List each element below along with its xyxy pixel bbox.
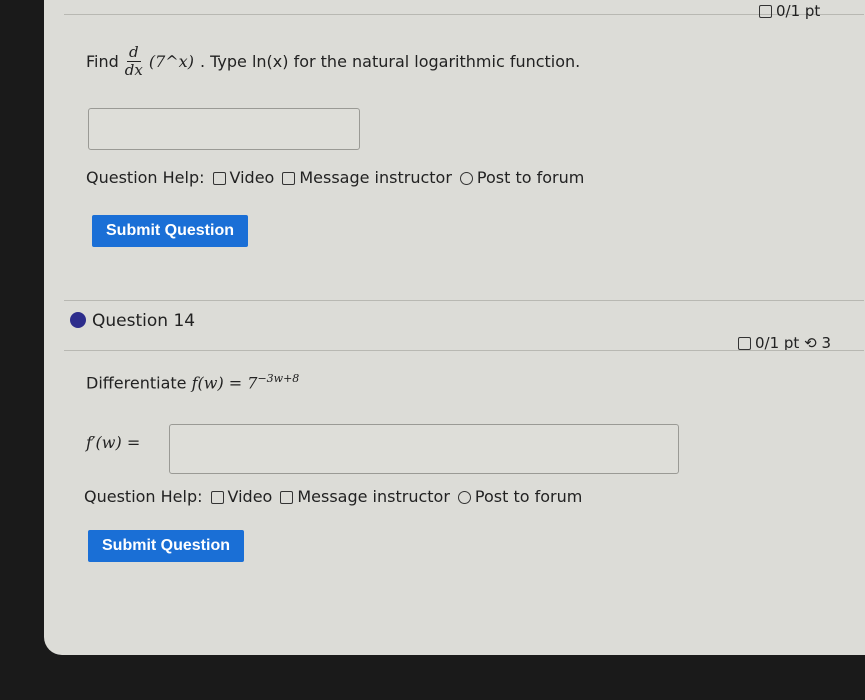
help-label: Question Help: — [84, 487, 203, 506]
prompt-rest: . Type ln(x) for the natural logarithmic… — [199, 52, 581, 71]
checkbox-icon — [759, 5, 772, 18]
message-label: Message instructor — [299, 168, 452, 187]
speech-bubble-icon — [457, 491, 471, 504]
checkbox-icon — [738, 337, 751, 350]
deriv-num: d — [127, 43, 141, 62]
forum-label: Post to forum — [474, 487, 583, 506]
mail-icon — [280, 491, 294, 504]
answer-label: f′(w) = — [86, 433, 141, 452]
page: 0/1 pt Find d dx (7^x) . Type ln(x) for t… — [44, 0, 865, 655]
forum-link[interactable]: Post to forum — [457, 487, 583, 506]
derivative-operator: d dx — [125, 44, 143, 79]
q13-prompt: Find d dx (7^x) . Type ln(x) for the natu… — [86, 44, 580, 79]
q14-answer-input[interactable] — [169, 424, 679, 474]
prompt-find: Find — [86, 52, 119, 71]
message-link[interactable]: Message instructor — [280, 487, 450, 506]
q13-score: 0/1 pt — [759, 2, 820, 20]
function: f(w) = 7 — [191, 373, 258, 393]
message-link[interactable]: Message instructor — [282, 168, 452, 187]
q14-prompt: Differentiate f(w) = 7−3w+8 — [86, 372, 299, 392]
video-label: Video — [229, 168, 275, 187]
help-label: Question Help: — [86, 168, 205, 187]
status-dot — [70, 312, 86, 328]
video-icon — [210, 491, 224, 504]
exponent: −3w+8 — [257, 372, 300, 385]
prompt-text: Differentiate — [86, 373, 187, 393]
speech-bubble-icon — [459, 172, 473, 185]
video-link[interactable]: Video — [210, 487, 273, 506]
forum-link[interactable]: Post to forum — [459, 168, 585, 187]
video-link[interactable]: Video — [212, 168, 275, 187]
divider — [64, 14, 864, 15]
video-icon — [212, 172, 226, 185]
deriv-den: dx — [124, 61, 143, 79]
mail-icon — [282, 172, 296, 185]
divider — [64, 300, 864, 301]
video-label: Video — [227, 487, 273, 506]
q14-submit-button[interactable]: Submit Question — [88, 530, 244, 562]
score-text: 0/1 pt — [776, 2, 821, 20]
divider — [64, 350, 864, 351]
q13-submit-button[interactable]: Submit Question — [92, 215, 248, 247]
q14-title: Question 14 — [92, 311, 196, 331]
q14-help: Question Help: Video Message instructor … — [84, 487, 582, 506]
q13-help: Question Help: Video Message instructor … — [86, 168, 584, 187]
expression: (7^x) — [148, 52, 194, 71]
forum-label: Post to forum — [476, 168, 585, 187]
q13-answer-input[interactable] — [88, 108, 360, 150]
message-label: Message instructor — [297, 487, 450, 506]
